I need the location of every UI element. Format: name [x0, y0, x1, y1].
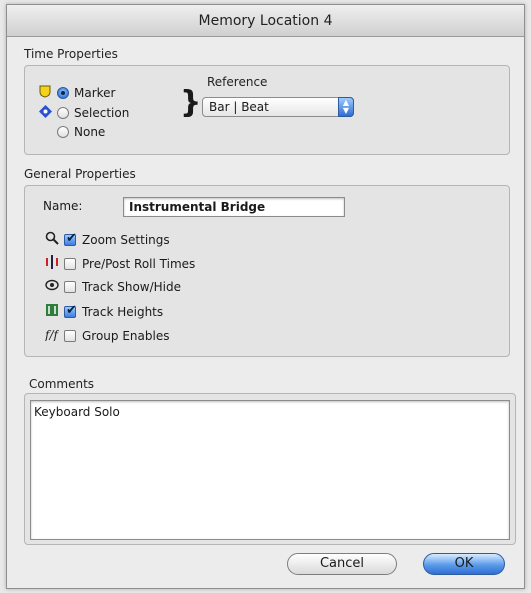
name-field[interactable]: Instrumental Bridge — [123, 197, 345, 217]
track-show-hide-label: Track Show/Hide — [82, 279, 181, 294]
marker-label: Marker — [74, 86, 116, 100]
reference-brace: } — [180, 85, 202, 120]
magnifier-icon — [44, 231, 60, 248]
group-enables-icon: f/f — [44, 327, 60, 344]
track-heights-option[interactable]: Track Heights — [44, 303, 163, 320]
track-heights-label: Track Heights — [82, 304, 164, 319]
dialog-window: Memory Location 4 Time Properties Marker… — [6, 4, 525, 589]
comments-label: Comments — [29, 377, 95, 391]
general-properties-label: General Properties — [24, 167, 136, 181]
selection-radio[interactable] — [57, 107, 69, 119]
selection-option[interactable]: Selection — [37, 105, 129, 121]
ok-button[interactable]: OK — [423, 553, 505, 575]
pre-post-roll-checkbox[interactable] — [64, 257, 76, 270]
pre-post-roll-label: Pre/Post Roll Times — [82, 256, 196, 271]
selection-label: Selection — [74, 106, 130, 120]
reference-select[interactable]: Bar | Beat ▲ ▼ — [202, 97, 354, 117]
group-enables-option[interactable]: f/f Group Enables — [44, 327, 169, 344]
zoom-settings-label: Zoom Settings — [82, 232, 170, 247]
cancel-button[interactable]: Cancel — [287, 553, 397, 575]
up-down-arrows-icon: ▲ ▼ — [338, 97, 354, 117]
group-enables-checkbox[interactable] — [64, 329, 76, 342]
track-heights-checkbox[interactable] — [64, 303, 77, 318]
marker-radio[interactable] — [57, 87, 69, 99]
track-show-hide-icon — [44, 279, 60, 294]
group-enables-label: Group Enables — [82, 328, 170, 343]
none-option[interactable]: None — [57, 125, 105, 139]
pre-post-roll-icon — [44, 255, 60, 272]
zoom-settings-checkbox[interactable] — [64, 231, 77, 246]
pre-post-roll-option[interactable]: Pre/Post Roll Times — [44, 255, 195, 272]
window-title: Memory Location 4 — [7, 5, 524, 37]
track-heights-icon — [44, 303, 60, 320]
selection-diamond-icon — [37, 105, 53, 121]
none-radio[interactable] — [57, 126, 69, 138]
marker-shield-icon — [37, 85, 53, 101]
zoom-settings-option[interactable]: Zoom Settings — [44, 231, 170, 248]
none-label: None — [74, 125, 106, 139]
time-properties-label: Time Properties — [24, 47, 118, 61]
comments-textarea[interactable]: Keyboard Solo — [30, 400, 510, 540]
svg-text:f/f: f/f — [45, 328, 59, 341]
reference-label: Reference — [207, 75, 268, 89]
track-show-hide-option[interactable]: Track Show/Hide — [44, 279, 181, 294]
name-label: Name: — [43, 199, 83, 213]
marker-option[interactable]: Marker — [37, 85, 115, 101]
reference-select-value: Bar | Beat — [209, 100, 269, 114]
track-show-hide-checkbox[interactable] — [64, 280, 76, 293]
